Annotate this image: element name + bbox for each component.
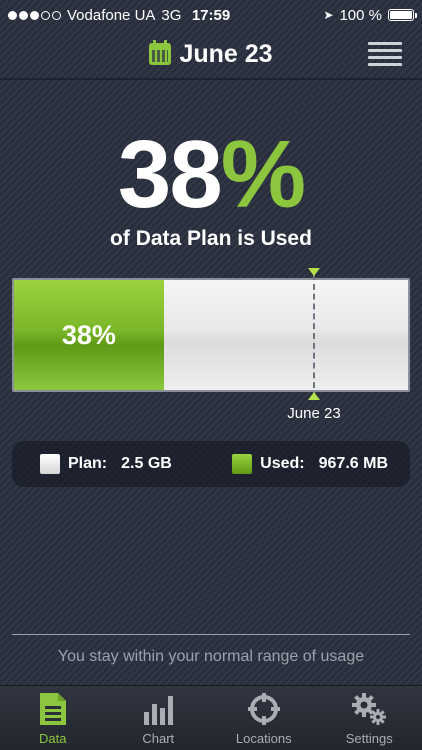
plan-legend: Plan: 2.5 GB Used: 967.6 MB bbox=[12, 441, 410, 487]
crosshair-icon bbox=[246, 691, 282, 727]
date-picker[interactable]: June 23 bbox=[149, 39, 273, 69]
status-bar: Vodafone UA 3G 17:59 ➤ 100 % bbox=[0, 0, 422, 30]
network-type: 3G bbox=[161, 6, 182, 24]
usage-percent-sign: % bbox=[220, 121, 306, 228]
today-marker-top-icon bbox=[308, 268, 320, 276]
page-title: June 23 bbox=[179, 39, 273, 68]
carrier-name: Vodafone UA bbox=[67, 6, 156, 24]
tab-settings-label: Settings bbox=[345, 731, 393, 746]
bar-chart-icon bbox=[140, 691, 176, 727]
signal-strength-icon bbox=[8, 10, 61, 20]
hamburger-menu-icon[interactable] bbox=[368, 39, 402, 69]
status-right: ➤ 100 % bbox=[323, 6, 417, 24]
usage-status-message: You stay within your normal range of usa… bbox=[57, 648, 365, 665]
tab-data[interactable]: Data bbox=[0, 686, 106, 750]
used-swatch-icon bbox=[232, 454, 253, 474]
tab-chart[interactable]: Chart bbox=[106, 686, 212, 750]
usage-progress-bar: 38% bbox=[12, 278, 410, 392]
usage-progress-label: 38% bbox=[61, 319, 116, 350]
plan-swatch-icon bbox=[40, 454, 60, 474]
usage-percent-number: 38 bbox=[117, 121, 223, 228]
usage-progress-fill: 38% bbox=[14, 280, 164, 390]
today-marker-line bbox=[313, 274, 315, 398]
header-divider bbox=[0, 78, 422, 80]
tab-locations-label: Locations bbox=[235, 731, 292, 746]
tab-bar: Data Chart Locations Settings bbox=[0, 685, 422, 750]
usage-percent: 38% bbox=[0, 125, 422, 225]
legend-used: Used: 967.6 MB bbox=[232, 454, 388, 474]
status-left: Vodafone UA 3G bbox=[8, 7, 181, 24]
tab-settings[interactable]: Settings bbox=[317, 686, 422, 750]
legend-plan: Plan: 2.5 GB bbox=[40, 454, 172, 474]
tab-chart-label: Chart bbox=[142, 731, 175, 746]
legend-used-label: Used: bbox=[260, 455, 305, 472]
battery-percent: 100 % bbox=[339, 6, 382, 24]
document-icon bbox=[35, 691, 71, 727]
legend-plan-value: 2.5 GB bbox=[121, 455, 172, 472]
today-marker-label: June 23 bbox=[287, 405, 341, 422]
battery-icon bbox=[388, 9, 417, 21]
legend-plan-label: Plan: bbox=[68, 455, 108, 472]
header: June 23 bbox=[0, 30, 422, 78]
tab-locations[interactable]: Locations bbox=[211, 686, 317, 750]
usage-subtitle: of Data Plan is Used bbox=[110, 227, 312, 250]
tab-data-label: Data bbox=[39, 731, 67, 746]
calendar-icon[interactable] bbox=[149, 40, 172, 65]
location-arrow-icon: ➤ bbox=[323, 8, 334, 22]
footer-divider bbox=[12, 634, 410, 635]
today-marker-bottom-icon bbox=[308, 392, 320, 400]
legend-used-value: 967.6 MB bbox=[318, 455, 388, 472]
gears-icon bbox=[351, 691, 387, 727]
